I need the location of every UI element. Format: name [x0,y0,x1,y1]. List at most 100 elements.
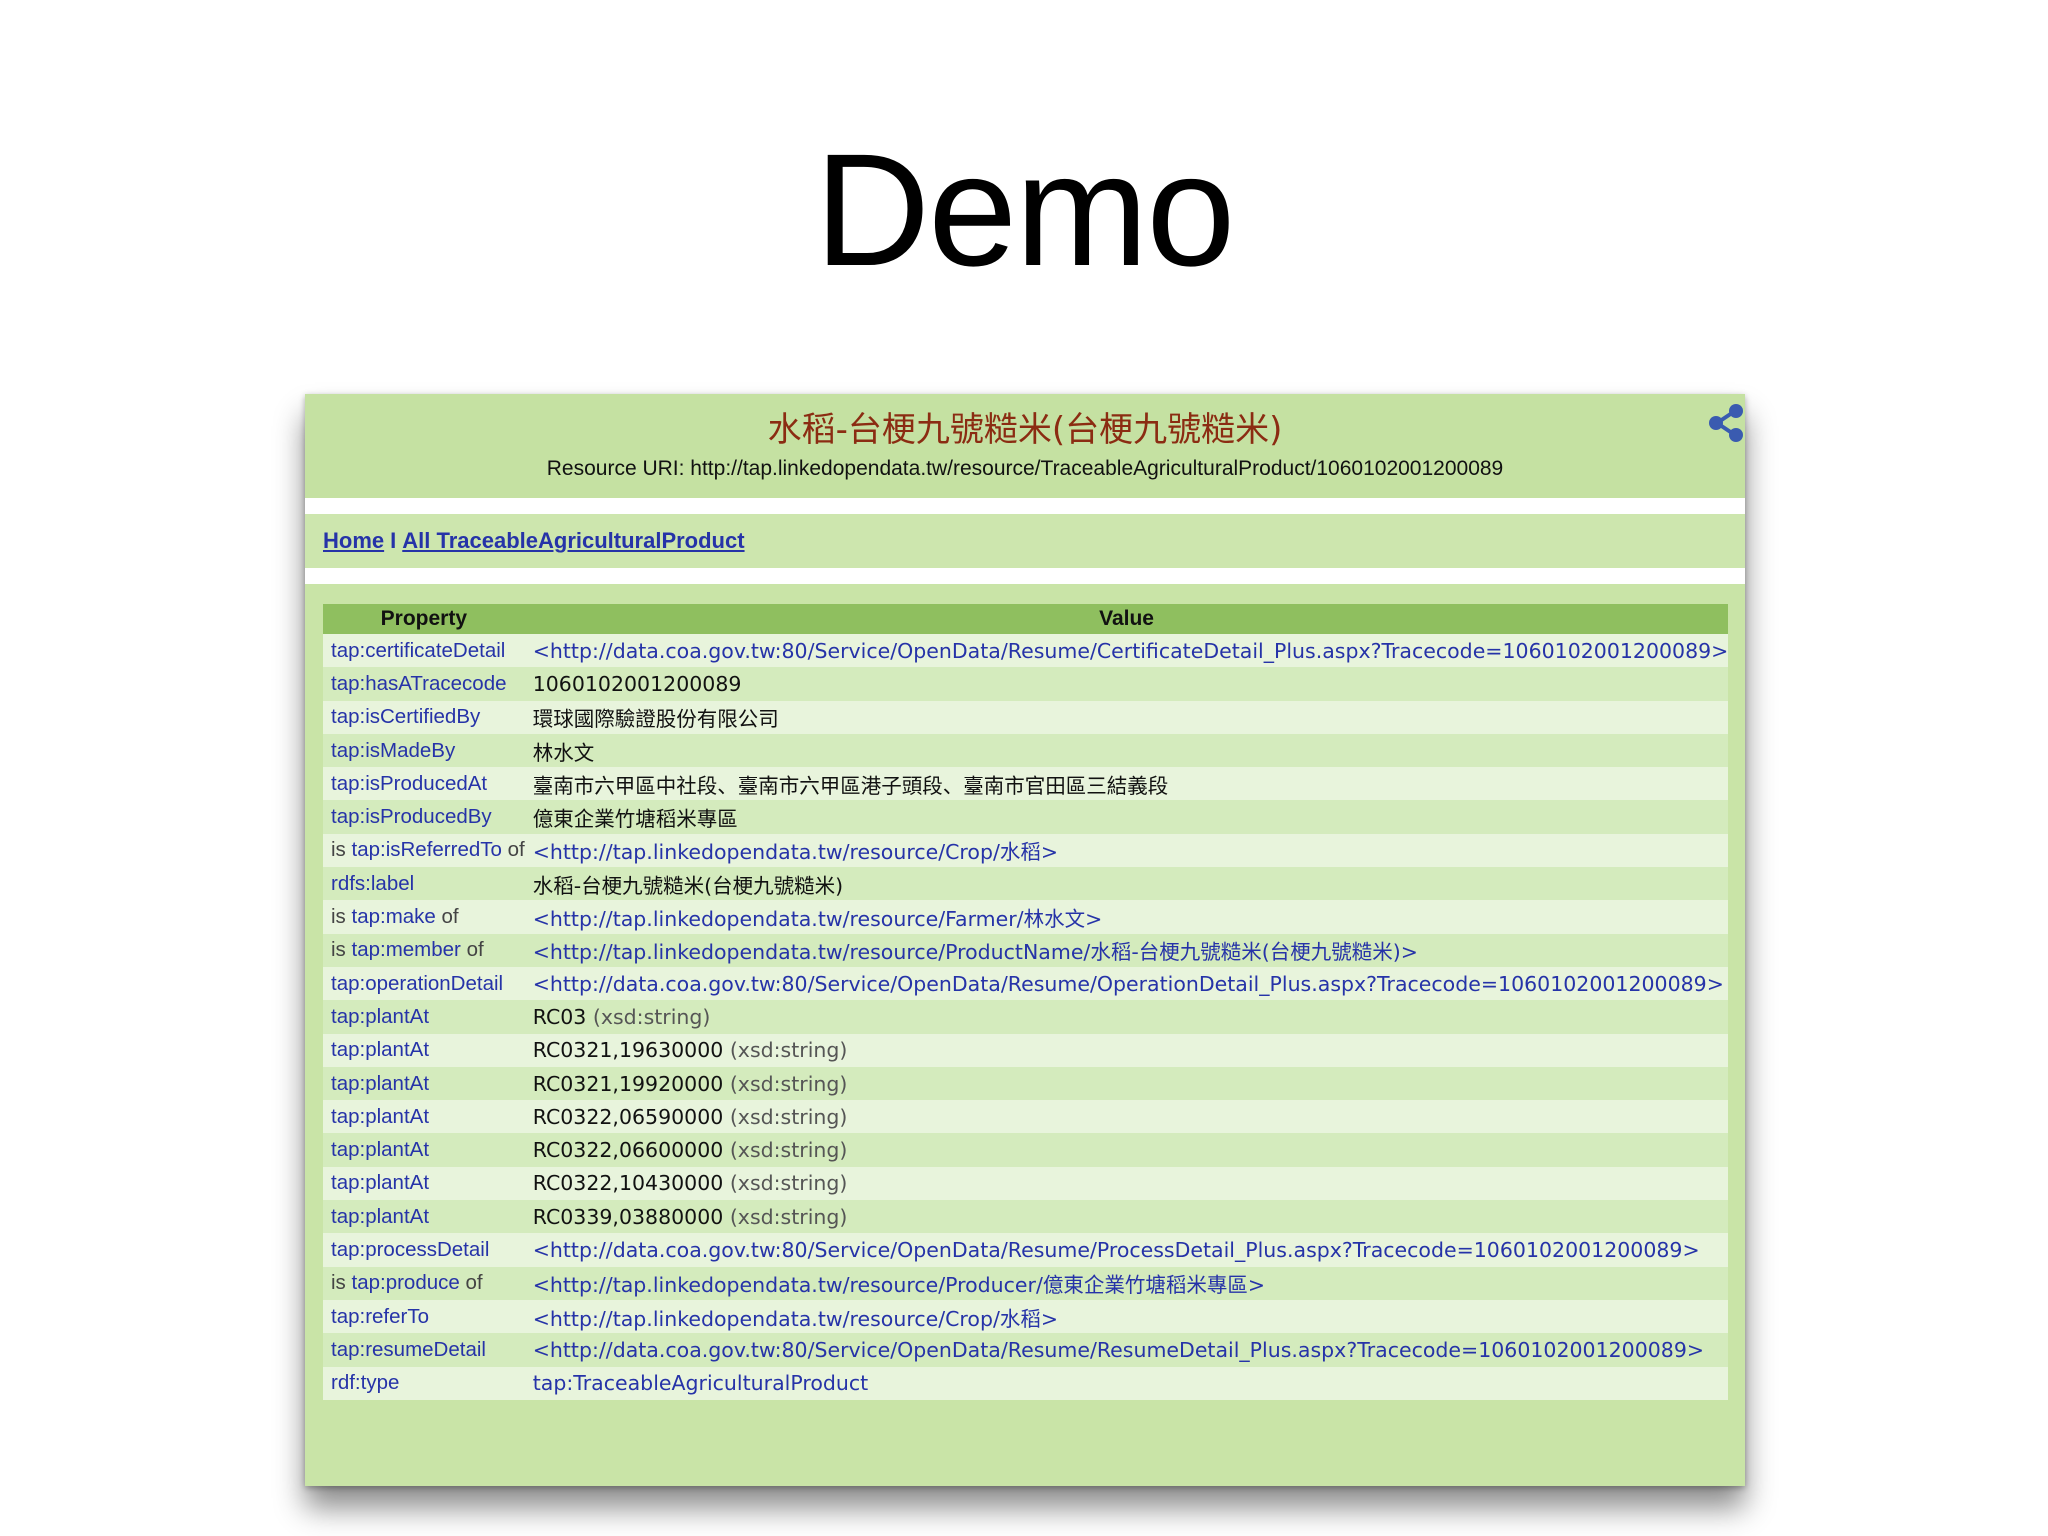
table-header-row: Property Value [323,604,1729,634]
property-cell: is tap:member of [323,933,525,967]
value-cell[interactable]: <http://tap.linkedopendata.tw/resource/C… [524,1299,1729,1334]
value-text: RC0322,10430000 [532,1171,724,1196]
value-link[interactable]: <http://data.coa.gov.tw:80/Service/OpenD… [533,1338,1704,1362]
resource-uri-line: Resource URI: http://tap.linkedopendata.… [305,457,1745,481]
table-row: rdfs:label 水稻-台梗九號糙米(台梗九號糙米) [323,867,1729,901]
property-link[interactable]: tap:isCertifiedBy [331,705,480,728]
value-link[interactable]: <http://data.coa.gov.tw:80/Service/OpenD… [533,1238,1700,1262]
datatype-label: (xsd:string) [723,1104,848,1129]
content-area: Property Value tap:certificateDetail <htt… [305,584,1745,1400]
value-cell[interactable]: <http://data.coa.gov.tw:80/Service/OpenD… [524,1333,1729,1367]
value-text: RC0321,19630000 [532,1038,724,1063]
property-link[interactable]: tap:plantAt [331,1072,429,1095]
property-link[interactable]: tap:referTo [331,1305,429,1328]
value-cell[interactable]: <http://data.coa.gov.tw:80/Service/OpenD… [524,1233,1729,1267]
table-row: rdf:type tap:TraceableAgriculturalProduct [323,1366,1729,1400]
property-link[interactable]: tap:isMadeBy [331,739,455,762]
property-cell: tap:isMadeBy [323,733,525,768]
inverse-suffix: of [459,1271,483,1295]
property-link[interactable]: tap:processDetail [331,1238,489,1261]
property-cell: tap:isCertifiedBy [323,700,525,734]
value-cell[interactable]: <http://tap.linkedopendata.tw/resource/F… [524,900,1729,934]
inverse-prefix: is [331,938,352,962]
value-link[interactable]: tap:TraceableAgriculturalProduct [533,1371,868,1395]
property-link[interactable]: tap:hasATracecode [331,672,507,695]
property-cell: tap:referTo [323,1299,525,1334]
property-link[interactable]: tap:certificateDetail [331,639,505,662]
datatype-label: (xsd:string) [723,1071,848,1096]
home-link[interactable]: Home [323,528,384,554]
table-row: tap:plantAt RC0321,19920000 (xsd:string) [323,1066,1729,1101]
value-cell[interactable]: tap:TraceableAgriculturalProduct [524,1366,1729,1400]
table-row: is tap:produce of <http://tap.linkedopend… [323,1266,1729,1300]
value-link[interactable]: <http://tap.linkedopendata.tw/resource/C… [533,840,1058,864]
property-cell: tap:certificateDetail [323,634,525,668]
value-cell: 億東企業竹塘稻米專區 [524,800,1729,834]
value-link[interactable]: <http://tap.linkedopendata.tw/resource/F… [533,907,1103,931]
property-link[interactable]: tap:isReferredTo [352,838,502,861]
property-cell: tap:isProducedBy [323,800,525,834]
property-link[interactable]: tap:plantAt [331,1205,429,1228]
value-text: RC0321,19920000 [532,1071,724,1096]
value-cell[interactable]: <http://data.coa.gov.tw:80/Service/OpenD… [524,634,1729,668]
property-link[interactable]: rdf:type [331,1371,399,1394]
value-text: 臺南市六甲區中社段、臺南市六甲區港子頭段、臺南市官田區三結義段 [532,773,1169,798]
table-row: tap:isProducedBy 億東企業竹塘稻米專區 [323,800,1729,834]
value-text: 1060102001200089 [532,671,742,696]
property-link[interactable]: tap:operationDetail [331,972,503,995]
resource-uri[interactable]: http://tap.linkedopendata.tw/resource/Tr… [690,457,1503,480]
value-link[interactable]: <http://data.coa.gov.tw:80/Service/OpenD… [533,972,1724,996]
breadcrumb-separator: I [390,528,397,553]
value-text: RC0322,06590000 [532,1104,724,1129]
property-column-header: Property [323,604,525,634]
inverse-suffix: of [501,838,525,862]
page-header: 水稻-台梗九號糙米(台梗九號糙米) Resource URI: http://t… [305,394,1745,498]
value-cell[interactable]: <http://tap.linkedopendata.tw/resource/P… [524,933,1729,967]
property-cell: tap:isProducedAt [323,767,525,801]
table-row: tap:isMadeBy 林水文 [323,733,1729,768]
value-cell[interactable]: <http://tap.linkedopendata.tw/resource/P… [524,1266,1729,1300]
table-row: tap:operationDetail <http://data.coa.gov.… [323,966,1729,1001]
property-link[interactable]: tap:produce [352,1271,460,1294]
property-cell: rdfs:label [323,867,525,901]
property-link[interactable]: tap:plantAt [331,1038,429,1061]
breadcrumb: Home I All TraceableAgriculturalProduct [305,514,1745,568]
value-link[interactable]: <http://tap.linkedopendata.tw/resource/P… [533,1273,1265,1297]
property-cell: tap:resumeDetail [323,1333,525,1367]
header-divider [305,498,1745,514]
property-link[interactable]: tap:plantAt [331,1138,429,1161]
property-cell: tap:plantAt [323,1000,525,1034]
inverse-prefix: is [331,905,352,929]
value-link[interactable]: <http://tap.linkedopendata.tw/resource/P… [533,940,1418,964]
value-cell[interactable]: <http://data.coa.gov.tw:80/Service/OpenD… [524,966,1729,1001]
value-cell[interactable]: <http://tap.linkedopendata.tw/resource/C… [524,833,1729,868]
property-cell: tap:plantAt [323,1033,525,1067]
table-row: tap:plantAt RC03 (xsd:string) [323,1000,1729,1034]
table-row: is tap:isReferredTo of <http://tap.linked… [323,833,1729,868]
value-link[interactable]: <http://data.coa.gov.tw:80/Service/OpenD… [533,639,1729,663]
datatype-label: (xsd:string) [723,1204,848,1229]
property-cell: tap:operationDetail [323,966,525,1001]
all-products-link[interactable]: All TraceableAgriculturalProduct [402,528,744,554]
value-cell: RC0322,06590000 (xsd:string) [524,1100,1729,1134]
nav-divider [305,568,1745,584]
table-row: tap:plantAt RC0322,10430000 (xsd:string) [323,1166,1729,1201]
property-link[interactable]: tap:isProducedAt [331,772,487,795]
table-row: tap:plantAt RC0339,03880000 (xsd:string) [323,1200,1729,1234]
table-row: tap:hasATracecode 1060102001200089 [323,667,1729,701]
inverse-suffix: of [435,905,459,929]
value-column-header: Value [524,604,1729,634]
property-link[interactable]: tap:resumeDetail [331,1338,486,1361]
property-link[interactable]: tap:plantAt [331,1171,429,1194]
property-table: Property Value tap:certificateDetail <htt… [323,604,1729,1400]
property-link[interactable]: tap:make [352,905,436,928]
share-icon[interactable] [1705,402,1745,444]
property-link[interactable]: tap:member [352,938,461,961]
property-link[interactable]: tap:isProducedBy [331,805,492,828]
value-cell: RC0321,19630000 (xsd:string) [524,1033,1729,1067]
value-cell: 環球國際驗證股份有限公司 [524,700,1729,734]
property-link[interactable]: tap:plantAt [331,1105,429,1128]
property-link[interactable]: rdfs:label [331,872,414,895]
property-link[interactable]: tap:plantAt [331,1005,429,1028]
value-link[interactable]: <http://tap.linkedopendata.tw/resource/C… [533,1307,1058,1331]
